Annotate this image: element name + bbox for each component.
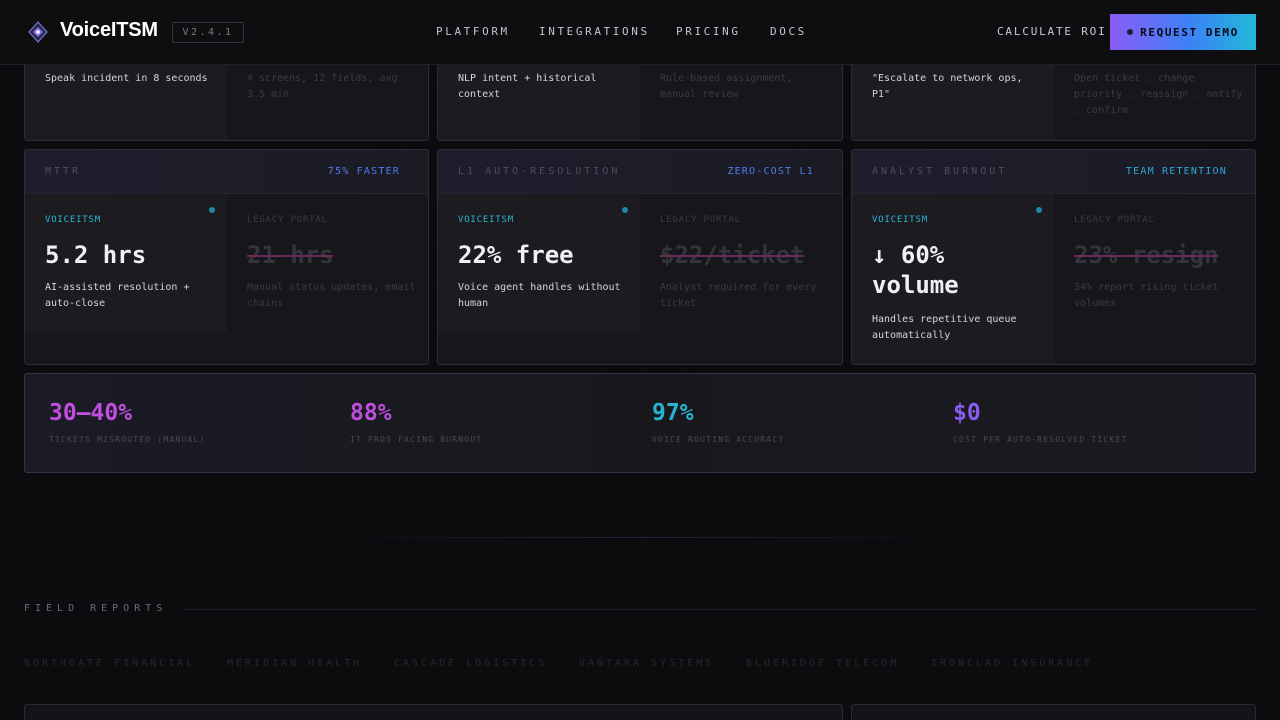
section-divider [320, 537, 960, 538]
legacy-desc: Analyst required for every ticket [660, 282, 817, 309]
brand-name[interactable]: VoiceITSM [60, 19, 158, 42]
client-name: CASCADE LOGISTICS [394, 658, 548, 669]
section-rule [184, 609, 1256, 610]
client-name: NORTHGATE FINANCIAL [24, 658, 196, 669]
legacy-desc: 34% report rising ticket volumes [1074, 282, 1219, 309]
live-indicator-icon [209, 207, 215, 213]
voice-column: VOICEITSM 22% free Voice agent handles w… [438, 194, 640, 332]
stat-value: 88% [350, 400, 392, 426]
metric-tag: ZERO-COST L1 [727, 166, 814, 177]
card-header: MTTR 75% FASTER [25, 150, 428, 194]
client-name: MERIDIAN HEALTH [227, 658, 363, 669]
legacy-desc: Rule-based assignment, manual review [660, 73, 793, 100]
voice-label: VOICEITSM [45, 215, 101, 225]
voice-label: VOICEITSM [458, 215, 514, 225]
card-body: VOICEITSM 22% free Voice agent handles w… [438, 194, 842, 364]
strikethrough-line [660, 255, 804, 257]
client-name: IRONCLAD INSURANCE [931, 658, 1094, 669]
voice-label: VOICEITSM [872, 215, 928, 225]
stats-bar: 30–40% TICKETS MISROUTED (MANUAL) 88% IT… [24, 373, 1256, 473]
logo-icon[interactable] [28, 21, 48, 43]
voice-value: 5.2 hrs [45, 241, 147, 269]
voice-column: VOICEITSM 5.2 hrs AI-assisted resolution… [25, 194, 227, 332]
metric-name: L1 AUTO-RESOLUTION [458, 166, 621, 177]
metric-card-l1-auto-resolution: L1 AUTO-RESOLUTION ZERO-COST L1 VOICEITS… [437, 149, 843, 365]
stat-label: TICKETS MISROUTED (MANUAL) [49, 435, 206, 444]
voice-desc: "Escalate to network ops, P1" [872, 73, 1023, 100]
card-body: VOICEITSM ↓ 60% volume Handles repetitiv… [852, 194, 1255, 364]
voice-desc: Handles repetitive queue automatically [872, 314, 1017, 341]
client-name: VANTARA SYSTEMS [579, 658, 715, 669]
stat-label: IT PROS FACING BURNOUT [350, 435, 483, 444]
voice-desc: Speak incident in 8 seconds [45, 73, 208, 84]
request-demo-label: REQUEST DEMO [1140, 25, 1239, 39]
stat-value: $0 [953, 400, 981, 426]
live-indicator-icon [1036, 207, 1042, 213]
dot-icon [1127, 29, 1134, 35]
calculate-roi-link[interactable]: CALCULATE ROI [997, 25, 1107, 38]
live-indicator-icon [622, 207, 628, 213]
voice-desc: Voice agent handles without human [458, 282, 621, 309]
metric-tag: 75% FASTER [327, 166, 400, 177]
request-demo-button[interactable]: REQUEST DEMO [1110, 14, 1256, 50]
stat-label: COST PER AUTO-RESOLVED TICKET [953, 435, 1128, 444]
legacy-label: LEGACY PORTAL [247, 215, 328, 225]
legacy-desc: Open ticket . change priority . reassign… [1074, 73, 1243, 116]
stat-value: 30–40% [49, 400, 133, 426]
metric-card-mttr: MTTR 75% FASTER VOICEITSM 5.2 hrs AI-ass… [24, 149, 429, 365]
voice-value: ↓ 60% volume [872, 241, 959, 299]
legacy-label: LEGACY PORTAL [660, 215, 741, 225]
legacy-column: LEGACY PORTAL 23% resign 34% report risi… [1054, 194, 1255, 332]
nav-docs[interactable]: DOCS [770, 25, 807, 38]
voice-desc: NLP intent + historical context [458, 73, 597, 100]
stat-label: VOICE ROUTING ACCURACY [652, 435, 785, 444]
nav-pricing[interactable]: PRICING [676, 25, 741, 38]
strikethrough-line [247, 255, 333, 257]
voice-column: VOICEITSM ↓ 60% volume Handles repetitiv… [852, 194, 1054, 364]
card-header: L1 AUTO-RESOLUTION ZERO-COST L1 [438, 150, 842, 194]
metric-card-analyst-burnout: ANALYST BURNOUT TEAM RETENTION VOICEITSM… [851, 149, 1256, 365]
client-name: BLUERIDGE TELECOM [746, 658, 900, 669]
stat-value: 97% [652, 400, 694, 426]
metric-name: ANALYST BURNOUT [872, 166, 1008, 177]
metric-name: MTTR [45, 166, 82, 177]
nav-platform[interactable]: PLATFORM [436, 25, 510, 38]
legacy-desc: Manual status updates, email chains [247, 282, 416, 309]
section-title: FIELD REPORTS [24, 603, 168, 614]
legacy-column: LEGACY PORTAL 21 hrs Manual status updat… [227, 194, 428, 332]
legacy-desc: 4 screens, 12 fields, avg 3.5 min [247, 73, 398, 100]
legacy-label: LEGACY PORTAL [1074, 215, 1155, 225]
testimonial-card [851, 704, 1256, 720]
voice-desc: AI-assisted resolution + auto-close [45, 282, 190, 309]
legacy-column: LEGACY PORTAL $22/ticket Analyst require… [640, 194, 842, 332]
card-header: ANALYST BURNOUT TEAM RETENTION [852, 150, 1255, 194]
testimonial-card [24, 704, 843, 720]
voice-value: 22% free [458, 241, 574, 269]
card-body: VOICEITSM 5.2 hrs AI-assisted resolution… [25, 194, 428, 364]
version-badge: V2.4.1 [172, 22, 244, 43]
nav-integrations[interactable]: INTEGRATIONS [539, 25, 650, 38]
strikethrough-line [1074, 255, 1218, 257]
metric-tag: TEAM RETENTION [1125, 166, 1227, 177]
top-navbar: VoiceITSM V2.4.1 PLATFORM INTEGRATIONS P… [0, 0, 1280, 65]
